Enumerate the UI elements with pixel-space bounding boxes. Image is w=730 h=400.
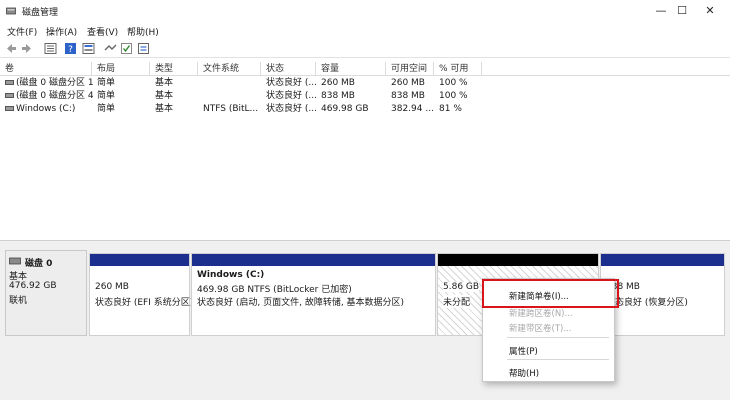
highlight-box <box>482 279 619 308</box>
table-row[interactable]: (磁盘 0 磁盘分区 4) 简单 基本 状态良好 (... 838 MB 838… <box>0 90 730 103</box>
column-header-free-space[interactable]: 可用空间 <box>386 62 434 76</box>
back-icon[interactable] <box>5 42 18 55</box>
disk-status: 联机 <box>9 296 28 306</box>
column-header-status[interactable]: 状态 <box>261 62 316 76</box>
partition-efi[interactable]: 260 MB 状态良好 (EFI 系统分区) <box>89 253 194 336</box>
column-header-type[interactable]: 类型 <box>150 62 198 76</box>
volume-capacity: 469.98 GB <box>321 104 369 114</box>
disk-name: 磁盘 0 <box>25 259 53 269</box>
menu-file[interactable]: 文件(F) <box>7 25 37 38</box>
disk-list-icon[interactable] <box>82 42 95 55</box>
partition-size: 260 MB <box>95 282 129 292</box>
partition-windows-c[interactable]: Windows (C:) 469.98 GB NTFS (BitLocker 已… <box>191 253 436 336</box>
disk-management-icon <box>6 7 16 15</box>
volume-icon <box>5 93 14 98</box>
column-header-layout[interactable]: 布局 <box>92 62 150 76</box>
partition-size: 5.86 GB <box>443 282 480 292</box>
partition-title: Windows (C:) <box>197 270 265 280</box>
close-button[interactable]: ✕ <box>687 0 730 22</box>
forward-icon[interactable] <box>20 42 33 55</box>
settings-icon[interactable] <box>137 42 150 55</box>
volume-name: (磁盘 0 磁盘分区 4) <box>16 91 93 101</box>
menu-help[interactable]: 帮助(H) <box>127 25 159 38</box>
connect-icon[interactable] <box>104 42 117 55</box>
column-header-volume[interactable]: 卷 <box>0 62 92 76</box>
volume-free-space: 260 MB <box>391 78 425 88</box>
column-header-capacity[interactable]: 容量 <box>316 62 386 76</box>
partition-bar <box>90 254 189 266</box>
volume-status: 状态良好 (... <box>266 104 317 114</box>
svg-text:?: ? <box>68 45 73 55</box>
disk-info-panel[interactable]: 磁盘 0 基本 476.92 GB 联机 <box>5 250 87 336</box>
help-icon[interactable]: ? <box>64 42 77 55</box>
disk-size: 476.92 GB <box>9 281 57 291</box>
check-icon[interactable] <box>120 42 133 55</box>
volume-layout: 简单 <box>97 91 116 101</box>
menu-separator <box>507 337 609 338</box>
disk-graphical-view: 磁盘 0 基本 476.92 GB 联机 260 MB 状态良好 (EFI 系统… <box>0 240 730 400</box>
volume-type: 基本 <box>155 78 174 88</box>
partition-status: 状态良好 (启动, 页面文件, 故障转储, 基本数据分区) <box>197 298 405 308</box>
disk-icon <box>9 257 21 265</box>
table-row[interactable]: (磁盘 0 磁盘分区 1) 简单 基本 状态良好 (... 260 MB 260… <box>0 77 730 90</box>
menu-separator <box>507 359 609 360</box>
menu-action[interactable]: 操作(A) <box>46 25 77 38</box>
volume-table-header: 卷 布局 类型 文件系统 状态 容量 可用空间 % 可用 <box>0 62 730 76</box>
column-header-percent-free[interactable]: % 可用 <box>434 62 482 76</box>
partition-status: 未分配 <box>443 295 471 308</box>
menu-item-new-striped-volume[interactable]: 新建带区卷(T)... <box>509 322 571 334</box>
volume-free-space: 838 MB <box>391 91 425 101</box>
menu-view[interactable]: 查看(V) <box>87 25 118 38</box>
volume-status: 状态良好 (... <box>266 78 317 88</box>
volume-layout: 简单 <box>97 78 116 88</box>
partition-bar <box>192 254 435 266</box>
menu-bar: 文件(F) 操作(A) 查看(V) 帮助(H) <box>0 22 730 39</box>
volume-capacity: 260 MB <box>321 78 355 88</box>
volume-status: 状态良好 (... <box>266 91 317 101</box>
partition-bar <box>601 254 724 266</box>
title-bar: 磁盘管理 — ☐ ✕ <box>0 0 730 22</box>
partition-bar <box>438 254 598 266</box>
volume-name: Windows (C:) <box>16 104 76 114</box>
volume-percent-free: 100 % <box>439 78 468 88</box>
volume-percent-free: 81 % <box>439 104 462 114</box>
volume-type: 基本 <box>155 104 174 114</box>
properties-icon[interactable] <box>44 42 57 55</box>
menu-item-new-spanned-volume[interactable]: 新建跨区卷(N)... <box>509 307 573 319</box>
toolbar: ? <box>0 39 730 58</box>
volume-layout: 简单 <box>97 104 116 114</box>
partition-status: 状态良好 (EFI 系统分区) <box>95 298 194 308</box>
menu-item-help[interactable]: 帮助(H) <box>509 367 539 379</box>
volume-icon <box>5 106 14 111</box>
volume-name: (磁盘 0 磁盘分区 1) <box>16 78 93 88</box>
volume-free-space: 382.94 ... <box>391 104 434 114</box>
volume-filesystem: NTFS (BitL... <box>203 104 259 114</box>
volume-icon <box>5 80 14 85</box>
column-header-filesystem[interactable]: 文件系统 <box>198 62 261 76</box>
menu-item-properties[interactable]: 属性(P) <box>509 345 538 357</box>
table-row[interactable]: Windows (C:) 简单 基本 NTFS (BitL... 状态良好 (.… <box>0 103 730 116</box>
volume-capacity: 838 MB <box>321 91 355 101</box>
volume-percent-free: 100 % <box>439 91 468 101</box>
window-title: 磁盘管理 <box>22 8 59 18</box>
partition-size: 469.98 GB NTFS (BitLocker 已加密) <box>197 285 352 295</box>
volume-type: 基本 <box>155 91 174 101</box>
